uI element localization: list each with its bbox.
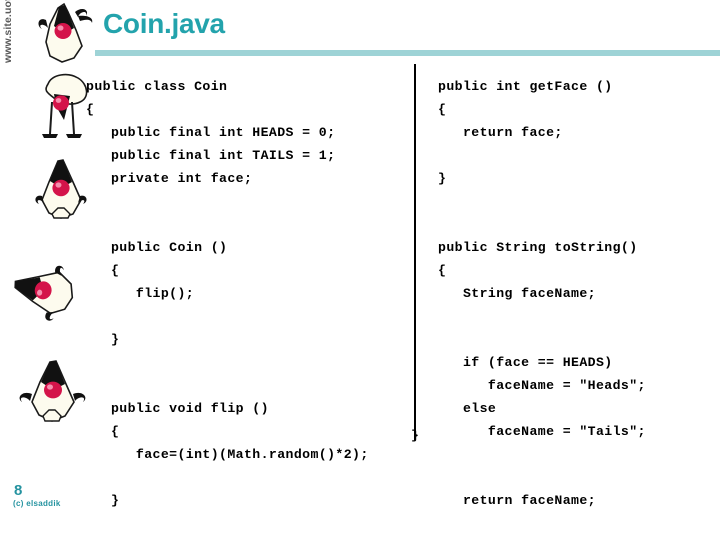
page-title: Coin.java <box>103 8 225 39</box>
title-underline-rule <box>95 50 720 56</box>
copyright-notice: (c) elsaddik <box>13 499 61 508</box>
java-duke-mascot-icon <box>38 2 93 63</box>
author-website-url: www.site.uottawa.ca/~elsaddik <box>2 0 20 63</box>
java-duke-mascot-icon <box>19 360 86 422</box>
code-column-divider <box>414 64 416 440</box>
class-closing-brace: } <box>411 428 419 443</box>
page-number: 8 <box>14 482 23 499</box>
code-block-left: public class Coin { public final int HEA… <box>86 79 369 509</box>
slide-canvas: www.site.uottawa.ca/~elsaddik Coin.java … <box>0 0 720 540</box>
java-duke-mascot-icon <box>14 265 74 321</box>
code-block-right: public int getFace () { return face; } p… <box>438 79 646 540</box>
